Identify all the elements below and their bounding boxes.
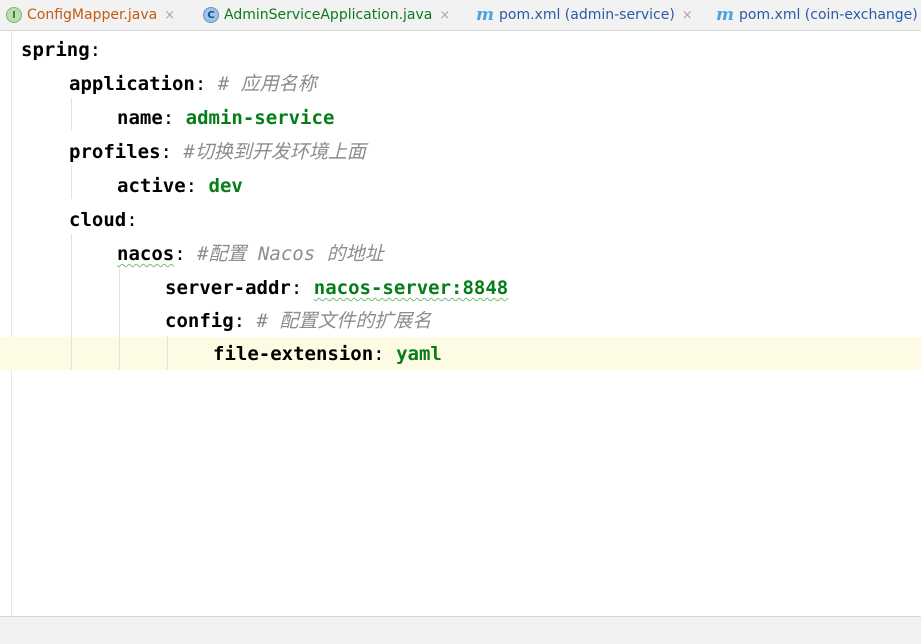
close-icon[interactable]: × bbox=[439, 8, 450, 23]
indent-guide bbox=[119, 268, 120, 370]
yaml-key: file-extension bbox=[213, 343, 374, 365]
yaml-key: profiles bbox=[69, 141, 161, 163]
current-line-highlight bbox=[0, 337, 921, 370]
tab-config-mapper[interactable]: I ConfigMapper.java × bbox=[6, 0, 175, 30]
yaml-colon: : bbox=[162, 107, 175, 129]
bottom-panel-strip bbox=[0, 616, 921, 644]
tab-label: pom.xml (coin-exchange) bbox=[739, 7, 918, 23]
yaml-colon: : bbox=[290, 277, 303, 299]
yaml-key: config bbox=[165, 310, 234, 332]
indent-guide bbox=[71, 98, 72, 131]
yaml-comment: #切换到开发环境上面 bbox=[171, 141, 366, 163]
yaml-colon: : bbox=[194, 73, 207, 95]
tab-pom-admin-service[interactable]: m pom.xml (admin-service) × bbox=[476, 0, 693, 30]
yaml-key: name bbox=[117, 107, 163, 129]
yaml-comment: # 配置文件的扩展名 bbox=[245, 310, 432, 332]
yaml-key: active bbox=[117, 175, 186, 197]
yaml-colon: : bbox=[233, 310, 246, 332]
editor-tab-bar: I ConfigMapper.java × C AdminServiceAppl… bbox=[0, 0, 921, 31]
interface-icon: I bbox=[6, 7, 22, 23]
tab-label: pom.xml (admin-service) bbox=[499, 7, 675, 23]
tab-label: AdminServiceApplication.java bbox=[224, 7, 433, 23]
code-line[interactable]: server-addr: nacos-server:8848 bbox=[165, 271, 508, 305]
tab-pom-coin-exchange[interactable]: m pom.xml (coin-exchange) bbox=[716, 0, 918, 30]
yaml-value: yaml bbox=[396, 343, 442, 365]
yaml-key: nacos bbox=[117, 243, 175, 265]
tab-admin-service-application[interactable]: C AdminServiceApplication.java × bbox=[203, 0, 450, 30]
code-line[interactable]: nacos: #配置 Nacos 的地址 bbox=[117, 237, 384, 271]
code-line[interactable]: active: dev bbox=[117, 169, 243, 203]
code-line[interactable]: profiles: #切换到开发环境上面 bbox=[69, 135, 366, 169]
close-icon[interactable]: × bbox=[164, 8, 175, 23]
close-icon[interactable]: × bbox=[682, 8, 693, 23]
yaml-comment: #配置 Nacos 的地址 bbox=[185, 243, 384, 265]
java-class-icon: C bbox=[203, 7, 219, 23]
yaml-key: server-addr bbox=[165, 277, 291, 299]
yaml-value: dev bbox=[208, 175, 243, 197]
tab-label: ConfigMapper.java bbox=[27, 7, 158, 23]
yaml-colon: : bbox=[373, 343, 385, 365]
yaml-colon: : bbox=[185, 175, 198, 197]
yaml-key: application bbox=[69, 73, 195, 95]
code-editor[interactable]: spring: application: # 应用名称 name: admin-… bbox=[0, 31, 921, 616]
yaml-key: cloud bbox=[69, 209, 127, 231]
indent-guide bbox=[71, 166, 72, 199]
code-line-current[interactable]: file-extension: yaml bbox=[213, 337, 442, 371]
code-line[interactable]: cloud: bbox=[69, 203, 138, 237]
yaml-comment: # 应用名称 bbox=[206, 73, 317, 95]
indent-guide bbox=[71, 234, 72, 370]
maven-icon: m bbox=[476, 5, 494, 25]
code-line[interactable]: application: # 应用名称 bbox=[69, 67, 317, 101]
code-line[interactable]: spring: bbox=[21, 33, 101, 67]
yaml-value: admin-service bbox=[185, 107, 335, 129]
code-line[interactable]: name: admin-service bbox=[117, 101, 334, 135]
yaml-value: nacos-server:8848 bbox=[313, 277, 509, 299]
gutter-divider bbox=[11, 31, 12, 616]
yaml-colon: : bbox=[126, 209, 138, 231]
yaml-colon: : bbox=[89, 39, 102, 61]
yaml-colon: : bbox=[174, 243, 186, 265]
code-line[interactable]: config: # 配置文件的扩展名 bbox=[165, 304, 431, 338]
yaml-colon: : bbox=[160, 141, 172, 163]
yaml-key: spring bbox=[21, 39, 90, 61]
maven-icon: m bbox=[716, 5, 734, 25]
indent-guide bbox=[167, 336, 168, 370]
